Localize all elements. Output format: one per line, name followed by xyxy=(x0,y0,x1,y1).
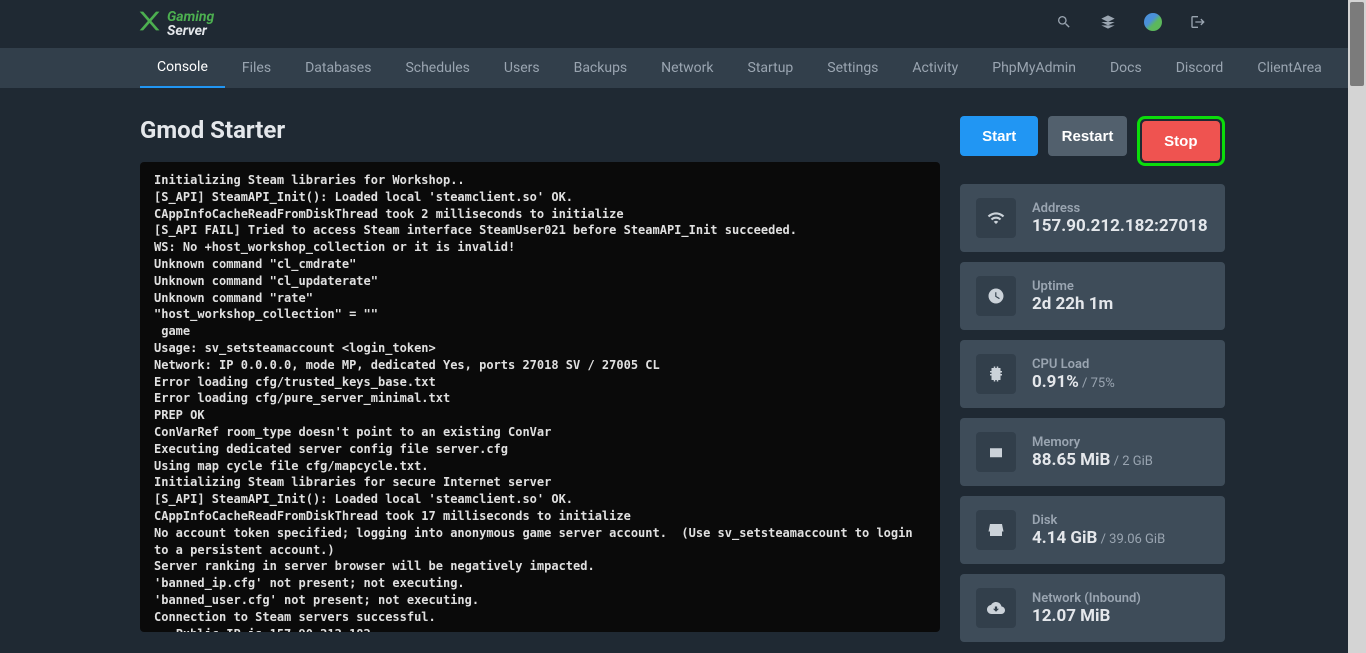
stat-disk: Disk4.14 GiB / 39.06 GiB xyxy=(960,496,1225,564)
restart-button[interactable]: Restart xyxy=(1048,116,1126,156)
stat-value: 88.65 MiB / 2 GiB xyxy=(1032,450,1153,470)
tab-schedules[interactable]: Schedules xyxy=(388,48,486,88)
stop-button[interactable]: Stop xyxy=(1142,121,1220,161)
cloud-down-icon xyxy=(976,588,1016,628)
tab-users[interactable]: Users xyxy=(487,48,557,88)
tab-startup[interactable]: Startup xyxy=(731,48,811,88)
nav-tabs: ConsoleFilesDatabasesSchedulesUsersBacku… xyxy=(0,48,1366,88)
stat-value: 2d 22h 1m xyxy=(1032,294,1113,314)
tab-files[interactable]: Files xyxy=(225,48,288,88)
chip-icon xyxy=(976,354,1016,394)
tab-phpmyadmin[interactable]: PhpMyAdmin xyxy=(975,48,1093,88)
globe-icon[interactable] xyxy=(1144,13,1162,35)
stat-label: Address xyxy=(1032,201,1208,216)
tab-docs[interactable]: Docs xyxy=(1093,48,1159,88)
tab-console[interactable]: Console xyxy=(140,48,225,88)
search-icon[interactable] xyxy=(1056,14,1072,34)
stat-value: 4.14 GiB / 39.06 GiB xyxy=(1032,528,1165,548)
wifi-icon xyxy=(976,198,1016,238)
stat-label: CPU Load xyxy=(1032,357,1115,372)
stat-uptime: Uptime2d 22h 1m xyxy=(960,262,1225,330)
tab-backups[interactable]: Backups xyxy=(557,48,645,88)
tab-clientarea[interactable]: ClientArea xyxy=(1240,48,1338,88)
stat-memory: Memory88.65 MiB / 2 GiB xyxy=(960,418,1225,486)
stat-label: Uptime xyxy=(1032,279,1113,294)
page-title: Gmod Starter xyxy=(140,116,940,144)
layers-icon[interactable] xyxy=(1100,14,1116,34)
clock-icon xyxy=(976,276,1016,316)
memory-icon xyxy=(976,432,1016,472)
tab-activity[interactable]: Activity xyxy=(895,48,975,88)
console-output[interactable]: Initializing Steam libraries for Worksho… xyxy=(140,162,940,632)
start-button[interactable]: Start xyxy=(960,116,1038,156)
stat-network-inbound-: Network (Inbound)12.07 MiB xyxy=(960,574,1225,642)
tab-settings[interactable]: Settings xyxy=(810,48,895,88)
topbar: Gaming Server xyxy=(0,0,1366,48)
logo-text: Gaming Server xyxy=(167,10,214,38)
page-scrollbar[interactable] xyxy=(1348,0,1366,653)
stat-value: 157.90.212.182:27018 xyxy=(1032,216,1208,236)
brand-logo[interactable]: Gaming Server xyxy=(135,7,214,42)
hdd-icon xyxy=(976,510,1016,550)
topbar-actions xyxy=(1056,13,1206,35)
logo-x-icon xyxy=(135,7,163,42)
scrollbar-thumb[interactable] xyxy=(1350,2,1364,86)
power-buttons: Start Restart Stop xyxy=(960,116,1225,166)
tab-discord[interactable]: Discord xyxy=(1159,48,1241,88)
stat-label: Disk xyxy=(1032,513,1165,528)
logout-icon[interactable] xyxy=(1190,14,1206,34)
stat-value: 0.91% / 75% xyxy=(1032,372,1115,392)
stat-address: Address157.90.212.182:27018 xyxy=(960,184,1225,252)
stop-button-highlight: Stop xyxy=(1137,116,1225,166)
stat-label: Network (Inbound) xyxy=(1032,591,1141,606)
stat-value: 12.07 MiB xyxy=(1032,606,1141,626)
stat-label: Memory xyxy=(1032,435,1153,450)
stat-cpu-load: CPU Load0.91% / 75% xyxy=(960,340,1225,408)
tab-network[interactable]: Network xyxy=(644,48,730,88)
console-text: Initializing Steam libraries for Worksho… xyxy=(154,172,926,632)
tab-databases[interactable]: Databases xyxy=(288,48,388,88)
